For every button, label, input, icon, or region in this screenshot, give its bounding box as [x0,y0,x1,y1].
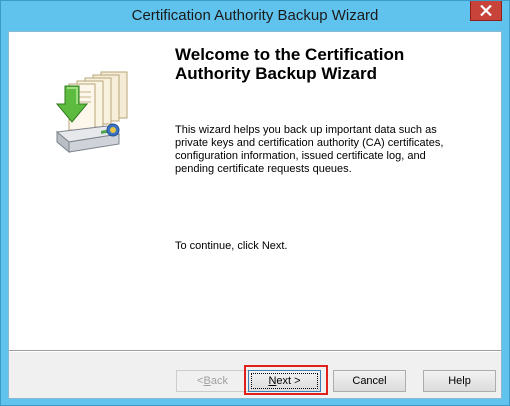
cancel-button[interactable]: Cancel [333,370,406,392]
next-button-mnemonic: N [268,375,277,387]
title-bar[interactable]: Certification Authority Backup Wizard [1,1,509,31]
help-button[interactable]: Help [423,370,496,392]
continue-instruction: To continue, click Next. [175,240,288,252]
back-button-rest: ack [210,375,228,387]
back-button[interactable]: < Back [176,370,249,392]
welcome-panel: Welcome to the Certification Authority B… [9,32,501,350]
button-separator [9,350,501,352]
window-title: Certification Authority Backup Wizard [131,7,379,24]
wizard-window: Certification Authority Backup Wizard We… [0,0,510,406]
page-heading-line2: Authority Backup Wizard [175,64,377,83]
certificate-backup-icon [43,70,135,154]
next-button[interactable]: Next > [248,370,321,392]
close-button[interactable] [470,1,502,21]
next-button-rest: ext > [276,375,301,387]
back-button-mnemonic: B [203,375,211,387]
wizard-body: Welcome to the Certification Authority B… [8,31,502,399]
wizard-description: This wizard helps you back up important … [175,124,444,175]
page-heading: Welcome to the Certification Authority B… [175,45,495,83]
page-heading-line1: Welcome to the Certification [175,45,405,64]
close-icon [480,5,492,16]
next-button-focus: Next > [251,373,318,389]
